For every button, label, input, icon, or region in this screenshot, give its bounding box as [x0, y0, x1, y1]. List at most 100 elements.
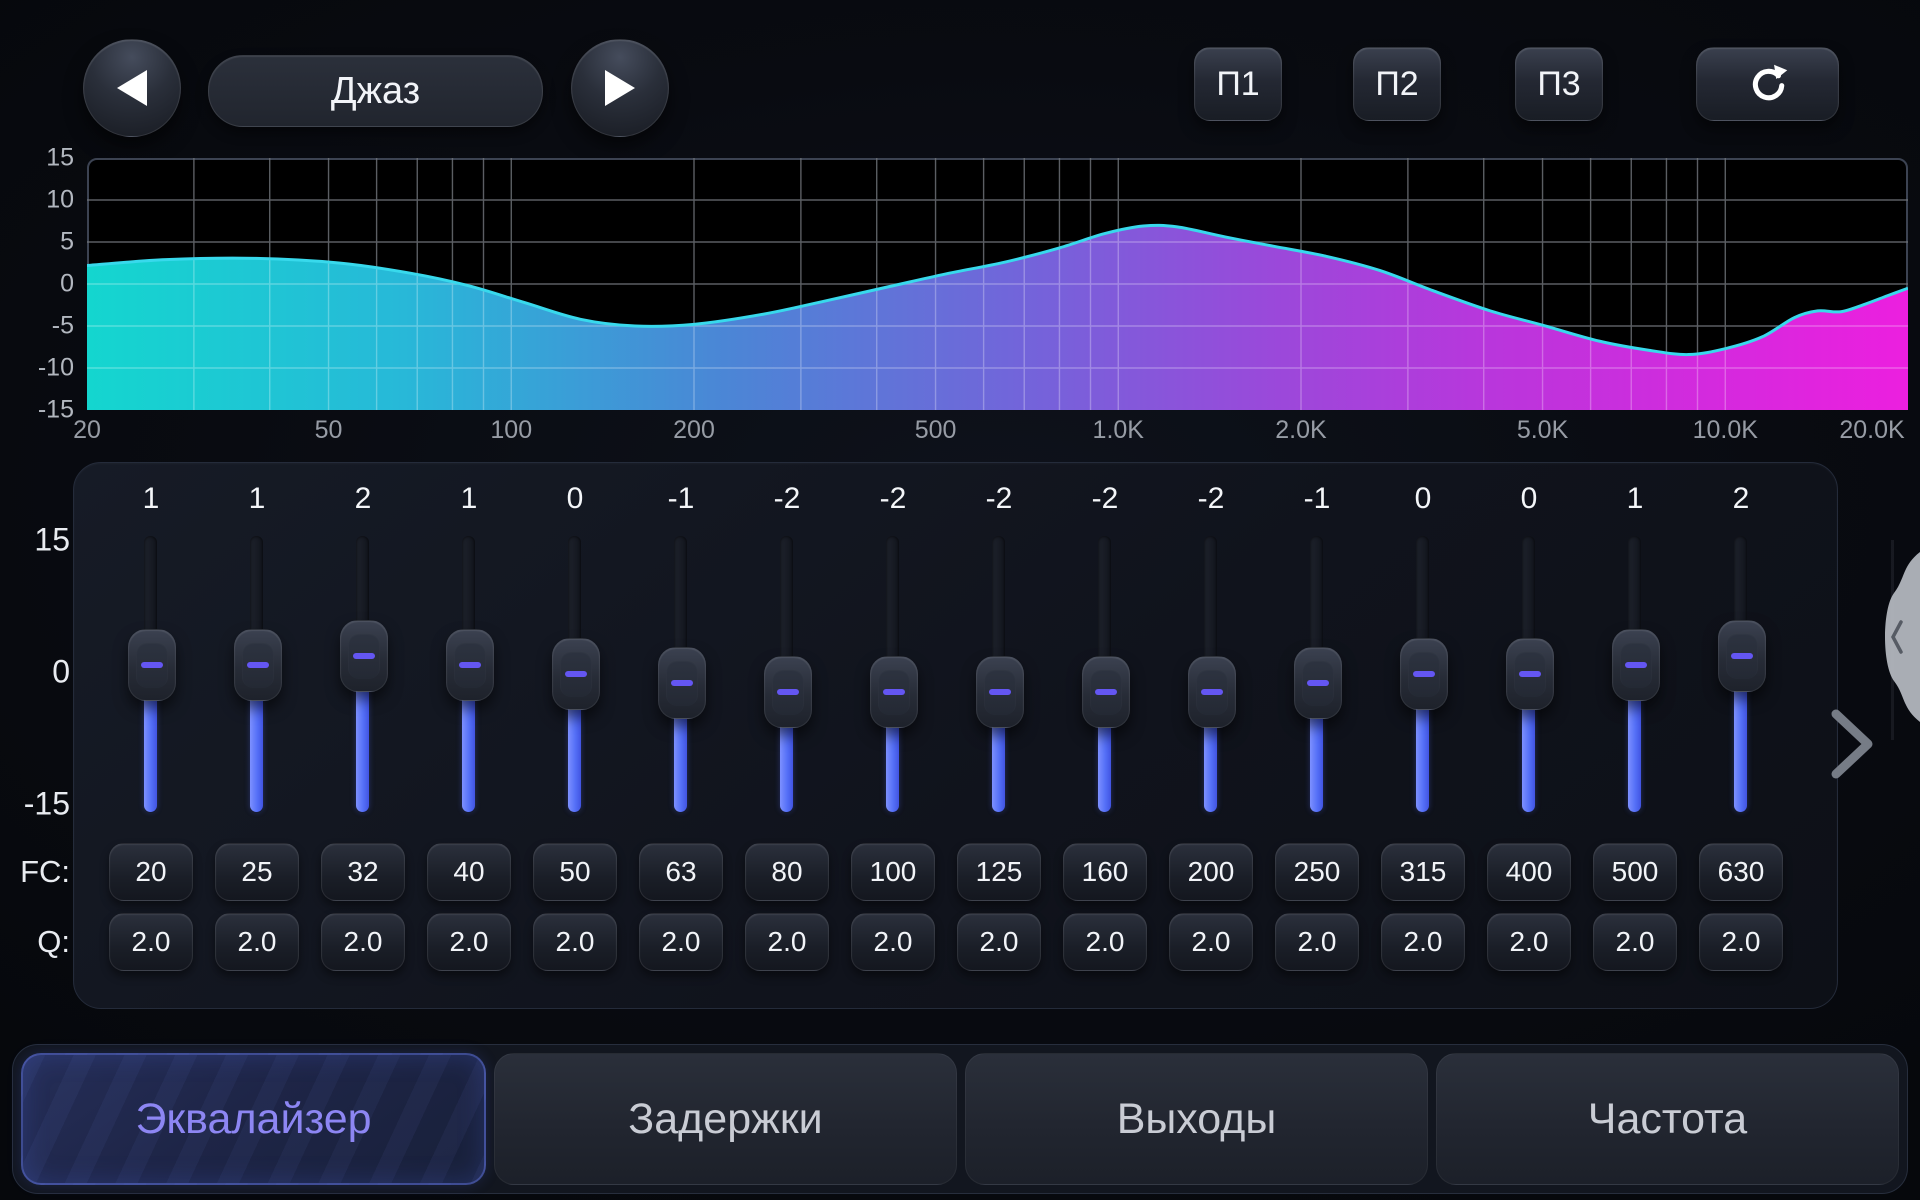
preset-next-button[interactable]: [571, 39, 669, 137]
x-tick-label: 1.0K: [1093, 416, 1144, 445]
band-1-q-button[interactable]: 2.0: [109, 913, 193, 971]
tab-frequency[interactable]: Частота: [1436, 1053, 1899, 1185]
band-5-q-button[interactable]: 2.0: [533, 913, 617, 971]
band-15-slider-fill: [1628, 694, 1641, 812]
band-5-slider-fill: [568, 703, 581, 812]
band-5-gain-value: 0: [522, 482, 628, 516]
band-12-fc-button[interactable]: 250: [1275, 843, 1359, 901]
band-11-slider-handle[interactable]: [1188, 656, 1236, 728]
band-6-q-button[interactable]: 2.0: [639, 913, 723, 971]
y-tick-label: 5: [22, 228, 74, 257]
band-12-q-button[interactable]: 2.0: [1275, 913, 1359, 971]
band-13-gain-value: 0: [1370, 482, 1476, 516]
band-8-fc-button[interactable]: 100: [851, 843, 935, 901]
preset-slot-1-button[interactable]: П1: [1194, 47, 1282, 121]
slider-handle-inset: [1514, 651, 1546, 697]
tab-equalizer[interactable]: Эквалайзер: [21, 1053, 486, 1185]
band-6-slider-handle[interactable]: [658, 647, 706, 719]
slider-handle-inset: [1302, 660, 1334, 706]
slider-handle-dash-icon: [777, 689, 799, 695]
eq-response-graph: [87, 158, 1908, 410]
band-13-fc-button[interactable]: 315: [1381, 843, 1465, 901]
slider-handle-dash-icon: [565, 671, 587, 677]
x-tick-label: 500: [915, 416, 957, 445]
band-2-fc-button[interactable]: 25: [215, 843, 299, 901]
side-drawer-handle[interactable]: [1874, 552, 1920, 722]
band-8-slider-handle[interactable]: [870, 656, 918, 728]
band-1-fc-button[interactable]: 20: [109, 843, 193, 901]
band-6-fc-button[interactable]: 63: [639, 843, 723, 901]
slider-handle-inset: [772, 669, 804, 715]
band-1-slider-fill: [144, 694, 157, 812]
slider-handle-dash-icon: [1625, 662, 1647, 668]
band-15-q-button[interactable]: 2.0: [1593, 913, 1677, 971]
band-9-fc-button[interactable]: 125: [957, 843, 1041, 901]
slider-handle-dash-icon: [353, 653, 375, 659]
slider-handle-dash-icon: [1201, 689, 1223, 695]
band-16-q-button[interactable]: 2.0: [1699, 913, 1783, 971]
band-10-slider-handle[interactable]: [1082, 656, 1130, 728]
equalizer-screen: Джаз П1П2П3 151050-5-10-15 2050100200500…: [0, 0, 1920, 1200]
band-3-fc-button[interactable]: 32: [321, 843, 405, 901]
x-tick-label: 100: [490, 416, 532, 445]
band-16-fc-button[interactable]: 630: [1699, 843, 1783, 901]
band-7-slider-handle[interactable]: [764, 656, 812, 728]
band-6-slider-fill: [674, 712, 687, 812]
preset-name-display[interactable]: Джаз: [208, 55, 543, 127]
preset-slot-2-button[interactable]: П2: [1353, 47, 1441, 121]
band-10-q-button[interactable]: 2.0: [1063, 913, 1147, 971]
slider-handle-dash-icon: [1731, 653, 1753, 659]
tab-outputs[interactable]: Выходы: [965, 1053, 1428, 1185]
band-10-fc-button[interactable]: 160: [1063, 843, 1147, 901]
band-14-fc-button[interactable]: 400: [1487, 843, 1571, 901]
preset-slot-3-button[interactable]: П3: [1515, 47, 1603, 121]
band-7-q-button[interactable]: 2.0: [745, 913, 829, 971]
tab-delays[interactable]: Задержки: [494, 1053, 957, 1185]
band-11-fc-button[interactable]: 200: [1169, 843, 1253, 901]
band-9-slider-handle[interactable]: [976, 656, 1024, 728]
band-14-slider-handle[interactable]: [1506, 638, 1554, 710]
preset-name: Джаз: [331, 70, 420, 113]
band-5-slider-handle[interactable]: [552, 638, 600, 710]
slider-handle-inset: [136, 642, 168, 688]
band-13-slider-handle[interactable]: [1400, 638, 1448, 710]
x-tick-label: 5.0K: [1517, 416, 1568, 445]
band-16-gain-value: 2: [1688, 482, 1794, 516]
band-9-slider-fill: [992, 721, 1005, 812]
band-3-slider-handle[interactable]: [340, 620, 388, 692]
band-1-slider-handle[interactable]: [128, 629, 176, 701]
band-13-q-button[interactable]: 2.0: [1381, 913, 1465, 971]
band-4-fc-button[interactable]: 40: [427, 843, 511, 901]
band-16-slider-handle[interactable]: [1718, 620, 1766, 692]
band-4-q-button[interactable]: 2.0: [427, 913, 511, 971]
y-tick-label: 0: [22, 270, 74, 299]
slider-handle-inset: [1090, 669, 1122, 715]
x-tick-label: 200: [673, 416, 715, 445]
band-15-fc-button[interactable]: 500: [1593, 843, 1677, 901]
band-15-slider-handle[interactable]: [1612, 629, 1660, 701]
band-3-q-button[interactable]: 2.0: [321, 913, 405, 971]
gain-scale-top-label: 15: [0, 522, 70, 559]
slider-handle-inset: [348, 633, 380, 679]
preset-prev-button[interactable]: [83, 39, 181, 137]
y-tick-label: 15: [22, 144, 74, 173]
band-11-q-button[interactable]: 2.0: [1169, 913, 1253, 971]
band-8-slider-fill: [886, 721, 899, 812]
slider-handle-inset: [454, 642, 486, 688]
band-5-fc-button[interactable]: 50: [533, 843, 617, 901]
band-12-slider-handle[interactable]: [1294, 647, 1342, 719]
band-9-q-button[interactable]: 2.0: [957, 913, 1041, 971]
band-2-slider-handle[interactable]: [234, 629, 282, 701]
reset-button[interactable]: [1696, 47, 1839, 121]
band-2-q-button[interactable]: 2.0: [215, 913, 299, 971]
band-4-slider-handle[interactable]: [446, 629, 494, 701]
band-7-fc-button[interactable]: 80: [745, 843, 829, 901]
band-14-q-button[interactable]: 2.0: [1487, 913, 1571, 971]
fc-row-label: FC:: [0, 854, 70, 890]
x-tick-label: 2.0K: [1275, 416, 1326, 445]
band-3-slider-fill: [356, 685, 369, 812]
eq-response-curve: [87, 158, 1908, 410]
band-8-q-button[interactable]: 2.0: [851, 913, 935, 971]
x-tick-label: 20: [73, 416, 101, 445]
next-bands-button[interactable]: [1822, 706, 1882, 782]
